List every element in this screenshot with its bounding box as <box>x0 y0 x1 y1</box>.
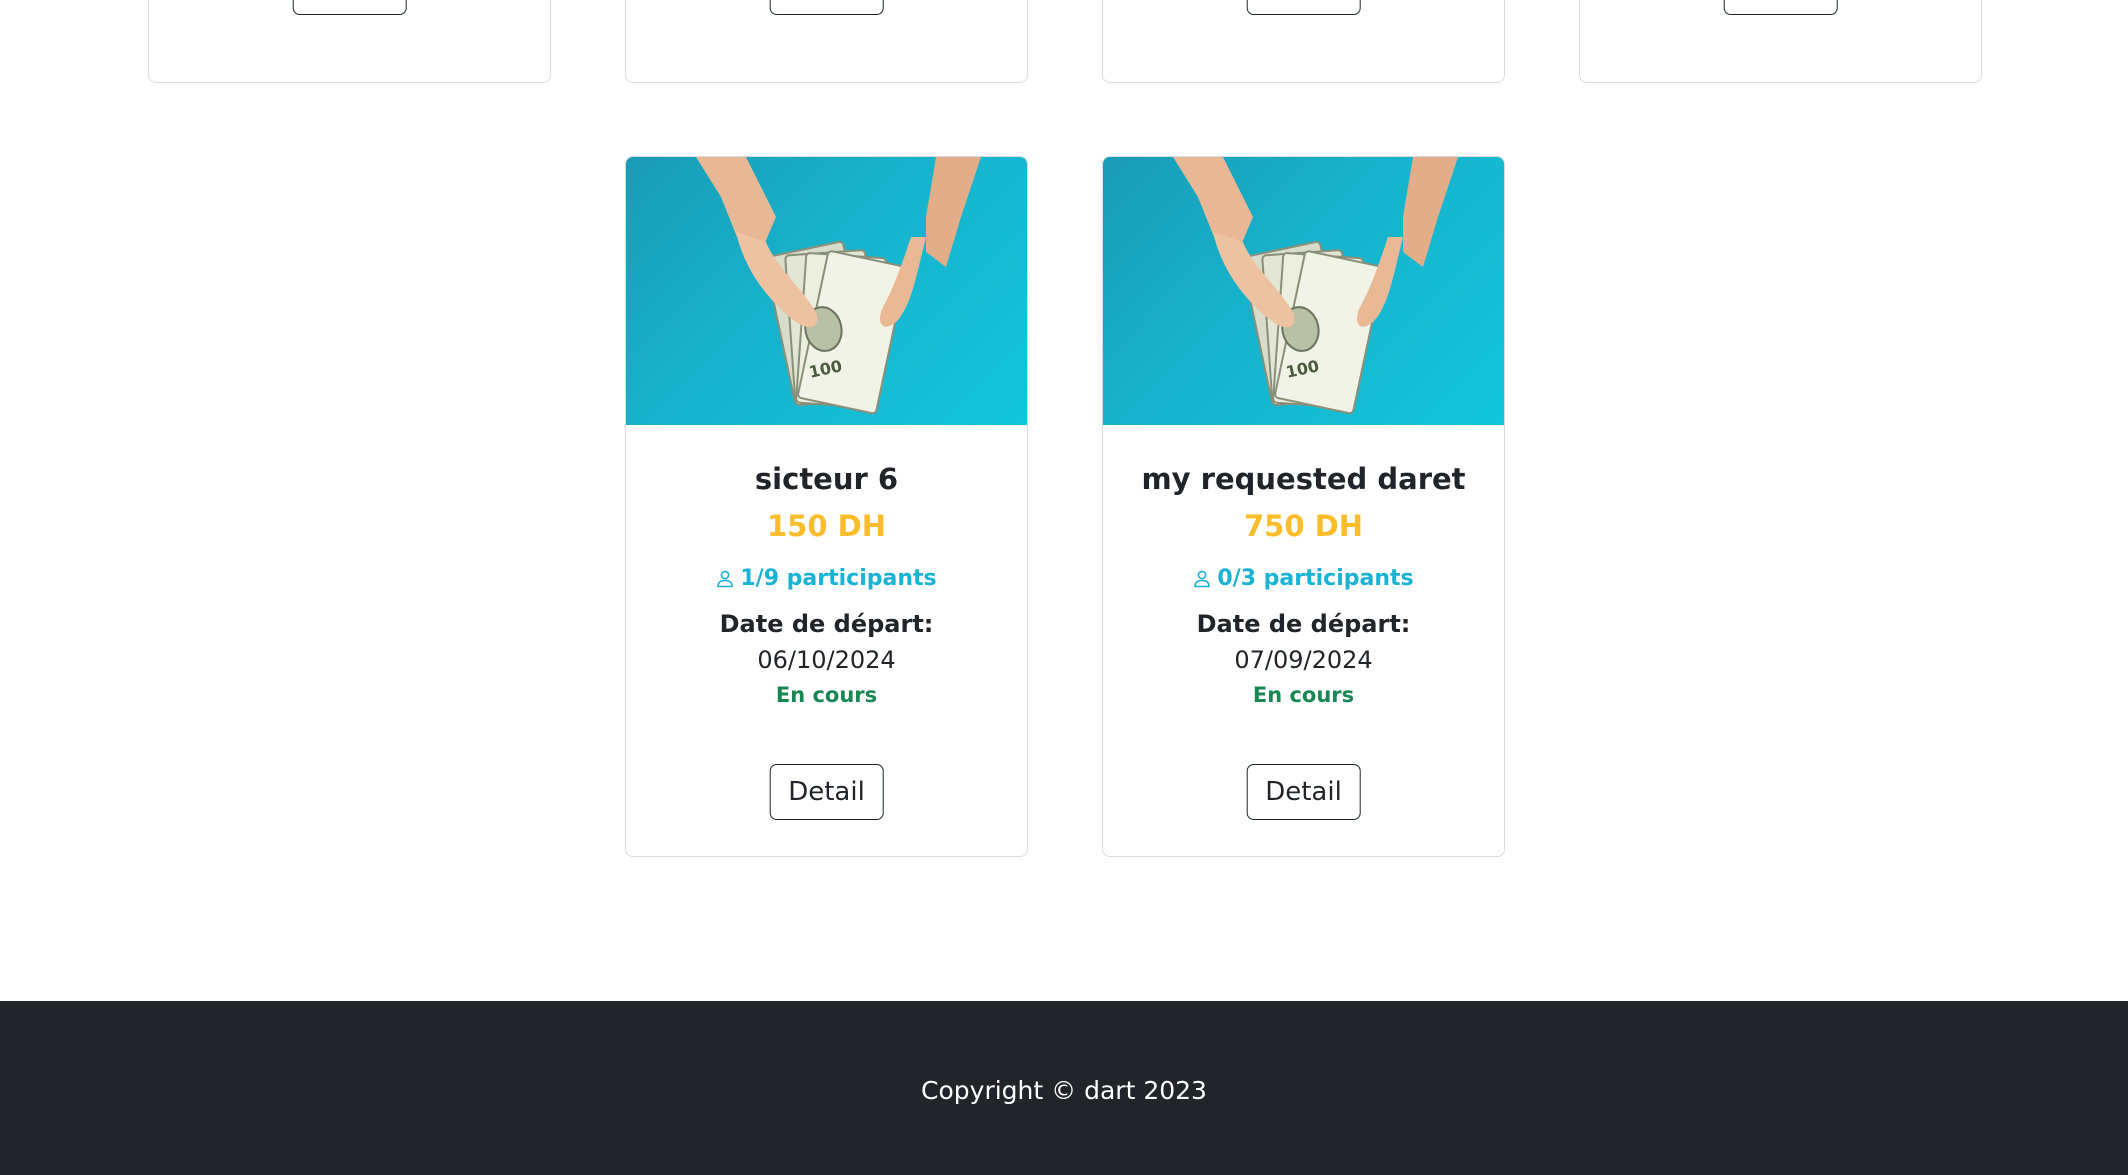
detail-button[interactable]: Detail <box>1246 764 1361 820</box>
start-date-label: Date de départ: <box>1196 610 1411 638</box>
person-icon <box>717 570 734 588</box>
daret-card: Detail <box>1102 0 1505 83</box>
site-footer: Copyright © dart 2023 <box>0 1001 2128 1175</box>
person-icon <box>1194 570 1211 588</box>
detail-button[interactable]: Detail <box>292 0 407 15</box>
daret-card: 100 my requested daret 750 DH 0/3 partic… <box>1102 156 1505 857</box>
participants-count: 1/9 participants <box>626 564 1027 594</box>
detail-button[interactable]: Detail <box>769 764 884 820</box>
start-date: Date de départ: 07/09/2024 <box>1183 606 1424 678</box>
money-illustration: 100 <box>696 157 981 415</box>
status-badge: En cours <box>775 683 878 707</box>
start-date: Date de départ: 06/10/2024 <box>656 606 997 678</box>
start-date-label: Date de départ: <box>719 610 934 638</box>
card-body: sicteur 6 150 DH 1/9 participants Date d… <box>626 425 1027 712</box>
participants-label: 0/3 participants <box>1217 566 1414 591</box>
daret-card: 100 sicteur 6 150 DH 1/9 participants Da… <box>625 156 1028 857</box>
daret-card: Detail <box>1579 0 1982 83</box>
card-price: 150 DH <box>767 509 886 543</box>
daret-card: Detail <box>625 0 1028 83</box>
detail-button[interactable]: Detail <box>769 0 884 15</box>
participants-label: 1/9 participants <box>740 566 937 591</box>
copyright-text: Copyright © dart 2023 <box>921 1076 1207 1105</box>
detail-button[interactable]: Detail <box>1246 0 1361 15</box>
money-in-hands-image: 100 <box>1103 157 1504 425</box>
daret-card: Detail <box>148 0 551 83</box>
status-badge: En cours <box>1252 683 1355 707</box>
money-illustration: 100 <box>1173 157 1458 415</box>
participants-count: 0/3 participants <box>1103 564 1504 594</box>
card-title: sicteur 6 <box>754 462 899 496</box>
card-title: my requested daret <box>1141 462 1466 496</box>
start-date-value: 06/10/2024 <box>757 646 896 674</box>
detail-button[interactable]: Detail <box>1723 0 1838 15</box>
card-price: 750 DH <box>1244 509 1363 543</box>
start-date-value: 07/09/2024 <box>1234 646 1373 674</box>
card-body: my requested daret 750 DH 0/3 participan… <box>1103 425 1504 712</box>
money-in-hands-image: 100 <box>626 157 1027 425</box>
